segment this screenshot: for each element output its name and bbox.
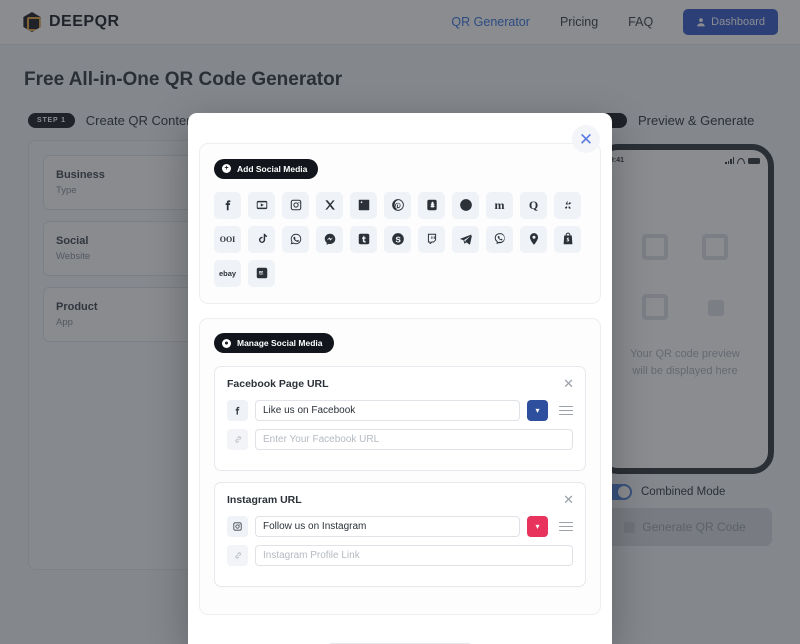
yelp-icon[interactable] [554,191,581,219]
medium-icon[interactable]: m [486,191,513,219]
ebay-icon[interactable]: ebay [214,259,241,287]
facebook-icon [227,400,248,421]
social-entry-label-row: Follow us on Instagram ▾ [227,516,573,537]
shopify-icon[interactable] [554,225,581,253]
social-entry-instagram: Instagram URL ✕ Follow us on Instagram ▾… [214,482,586,587]
add-social-media-pill: + Add Social Media [214,158,319,179]
reddit-icon[interactable] [452,191,479,219]
tiktok-icon[interactable] [248,225,275,253]
location-pin-icon[interactable] [520,225,547,253]
skype-icon[interactable] [384,225,411,253]
plus-circle-icon: + [222,164,231,173]
social-entry-url-input[interactable]: Instagram Profile Link [255,545,573,566]
color-swatch-button[interactable]: ▾ [527,516,548,537]
telegram-icon[interactable] [452,225,479,253]
social-entry-label-row: Like us on Facebook ▾ [227,400,573,421]
amazon-icon[interactable] [248,259,275,287]
instagram-icon [227,516,248,537]
twitch-icon[interactable] [418,225,445,253]
medium-glyph: m [494,197,505,212]
drag-handle-icon[interactable] [559,521,573,532]
drag-handle-icon[interactable] [559,405,573,416]
whatsapp-icon[interactable] [282,225,309,253]
social-entry-facebook: Facebook Page URL ✕ Like us on Facebook … [214,366,586,471]
modal-footer: Save [199,629,601,644]
link-icon [227,429,248,450]
x-twitter-icon[interactable] [316,191,343,219]
youtube-icon[interactable] [248,191,275,219]
social-entry-url-row: Enter Your Facebook URL [227,429,573,450]
manage-social-media-pill: ● Manage Social Media [214,333,334,353]
linkedin-icon[interactable] [350,191,377,219]
viber-icon[interactable] [486,225,513,253]
social-entry-url-row: Instagram Profile Link [227,545,573,566]
quora-icon[interactable]: Q [520,191,547,219]
remove-entry-close-icon[interactable]: ✕ [563,377,574,390]
close-icon[interactable]: ✕ [572,125,600,153]
tumblr-icon[interactable] [350,225,377,253]
facebook-icon[interactable] [214,191,241,219]
pinterest-icon[interactable] [384,191,411,219]
social-platform-icon-grid: m Q OOI ebay [214,191,586,287]
snapchat-icon[interactable] [418,191,445,219]
link-icon [227,545,248,566]
quora-glyph: Q [528,197,539,212]
manage-social-media-label: Manage Social Media [237,338,323,348]
social-entry-label-input[interactable]: Follow us on Instagram [255,516,520,537]
color-swatch-button[interactable]: ▾ [527,400,548,421]
manage-social-media-section: ● Manage Social Media Facebook Page URL … [199,317,601,615]
social-entry-label-input[interactable]: Like us on Facebook [255,400,520,421]
messenger-icon[interactable] [316,225,343,253]
add-social-media-section: + Add Social Media m Q OOI ebay [199,143,601,304]
social-media-modal: ✕ + Add Social Media m Q OOI ebay ● Mana… [188,113,612,644]
social-entry-title: Instagram URL [227,494,302,506]
modal-body: + Add Social Media m Q OOI ebay ● Manage… [188,113,612,644]
social-entry-url-input[interactable]: Enter Your Facebook URL [255,429,573,450]
behance-glyph: OOI [219,234,236,244]
remove-entry-close-icon[interactable]: ✕ [563,493,574,506]
instagram-icon[interactable] [282,191,309,219]
ebay-glyph: ebay [218,268,237,278]
add-social-media-label: Add Social Media [237,163,308,174]
behance-icon[interactable]: OOI [214,225,241,253]
gear-circle-icon: ● [222,338,231,348]
social-entry-title: Facebook Page URL [227,378,329,390]
